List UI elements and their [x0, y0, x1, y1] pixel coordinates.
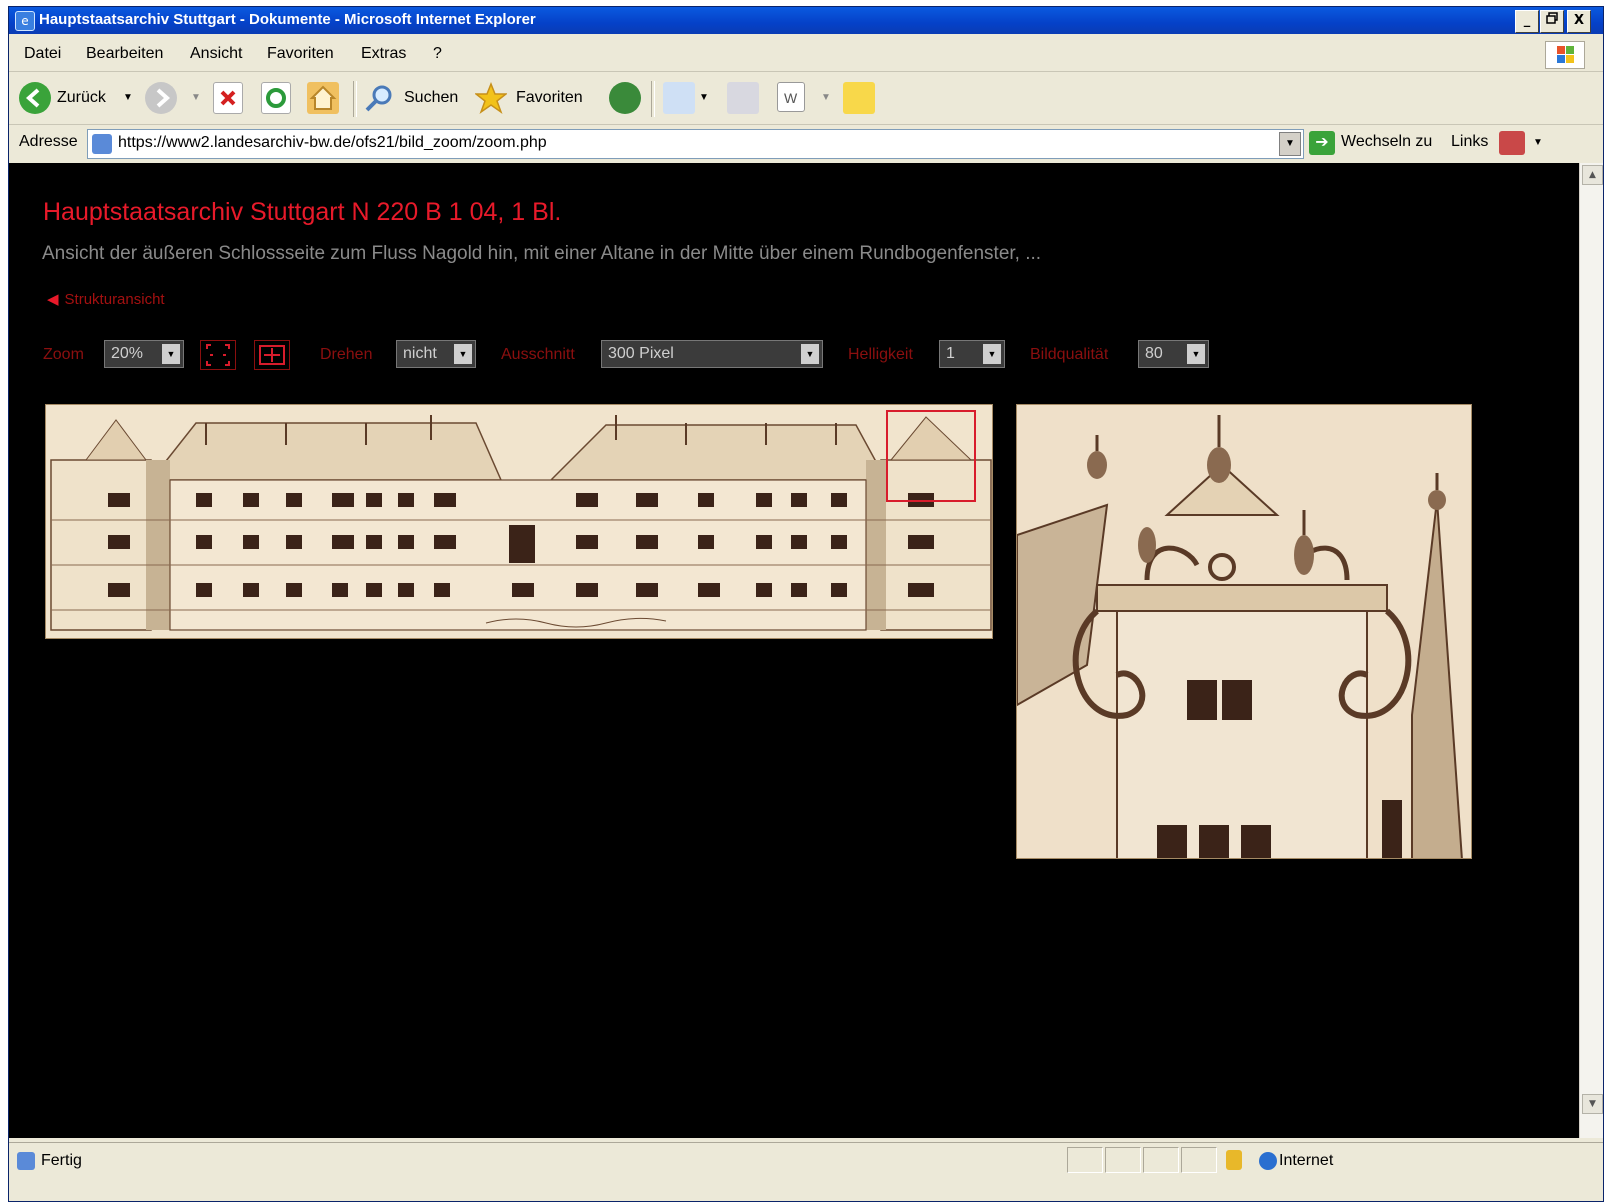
- window-title: Hauptstaatsarchiv Stuttgart - Dokumente …: [39, 11, 536, 28]
- globe-icon: [1259, 1152, 1277, 1170]
- home-icon[interactable]: [307, 82, 339, 114]
- print-icon[interactable]: [727, 82, 759, 114]
- back-dropdown[interactable]: ▼: [123, 92, 133, 103]
- close-button[interactable]: X: [1567, 10, 1591, 33]
- page-title: Hauptstaatsarchiv Stuttgart N 220 B 1 04…: [43, 198, 562, 226]
- chevron-down-icon: ▼: [983, 344, 1001, 364]
- links-dropdown[interactable]: ▼: [1533, 137, 1543, 148]
- scroll-down-button[interactable]: ▼: [1582, 1094, 1603, 1114]
- chevron-down-icon: ▼: [801, 344, 819, 364]
- stop-icon[interactable]: [213, 82, 243, 114]
- quality-label: Bildqualität: [1030, 346, 1109, 363]
- castle-facade-drawing: [46, 405, 992, 638]
- address-label: Adresse: [19, 133, 78, 150]
- status-text: Fertig: [41, 1152, 82, 1169]
- edit-dropdown[interactable]: ▼: [821, 92, 831, 103]
- quality-value: 80: [1145, 345, 1163, 362]
- status-panel: [1181, 1147, 1217, 1173]
- page-done-icon: [17, 1152, 35, 1170]
- menu-ansicht[interactable]: Ansicht: [190, 45, 242, 63]
- status-panel: [1105, 1147, 1141, 1173]
- status-panel: [1143, 1147, 1179, 1173]
- structure-view-label[interactable]: Strukturansicht: [65, 291, 165, 308]
- refresh-icon[interactable]: [261, 82, 291, 114]
- star-icon[interactable]: [473, 81, 509, 114]
- structure-view-link[interactable]: ◀ Strukturansicht: [47, 290, 165, 308]
- zoom-select[interactable]: 20% ▼: [104, 340, 184, 368]
- crop-label: Ausschnitt: [501, 346, 575, 363]
- back-triangle-icon: ◀: [47, 291, 59, 308]
- page-subtitle: Ansicht der äußeren Schlossseite zum Flu…: [42, 243, 1042, 264]
- lock-icon: [1226, 1150, 1242, 1170]
- menu-datei[interactable]: Datei: [24, 45, 61, 63]
- menu-extras[interactable]: Extras: [361, 45, 406, 63]
- security-zone: Internet: [1279, 1152, 1334, 1169]
- brightness-select[interactable]: 1 ▼: [939, 340, 1005, 368]
- fit-window-icon[interactable]: [200, 340, 236, 370]
- menu-bar: Datei Bearbeiten Ansicht Favoriten Extra…: [9, 36, 1603, 72]
- toolbar: Zurück ▼ ▼ Suchen Favoriten ▼ W ▼: [9, 73, 1603, 125]
- scroll-up-button[interactable]: ▲: [1582, 165, 1603, 185]
- back-button-label[interactable]: Zurück: [57, 89, 106, 107]
- ie-icon: e: [15, 11, 35, 31]
- back-arrow-icon[interactable]: [19, 82, 51, 114]
- zoom-label: Zoom: [43, 346, 84, 363]
- mail-icon[interactable]: [663, 82, 695, 114]
- favorites-button-label[interactable]: Favoriten: [516, 89, 583, 107]
- links-icon[interactable]: [1499, 131, 1525, 155]
- vertical-scrollbar[interactable]: ▲ ▼: [1579, 163, 1603, 1138]
- brightness-value: 1: [946, 345, 955, 362]
- overview-image[interactable]: [45, 404, 993, 639]
- search-button-label[interactable]: Suchen: [404, 89, 458, 107]
- mail-dropdown[interactable]: ▼: [699, 92, 709, 103]
- menu-bearbeiten[interactable]: Bearbeiten: [86, 45, 163, 63]
- toolbar-separator: [651, 81, 655, 117]
- maximize-button[interactable]: [1540, 10, 1564, 33]
- address-bar: Adresse https://www2.landesarchiv-bw.de/…: [9, 126, 1603, 162]
- go-arrow-icon[interactable]: ➔: [1309, 131, 1335, 155]
- address-input[interactable]: https://www2.landesarchiv-bw.de/ofs21/bi…: [87, 129, 1304, 159]
- chevron-down-icon: ▼: [1187, 344, 1205, 364]
- windows-logo-icon: [1545, 41, 1585, 69]
- tower-gable-drawing: [1017, 405, 1471, 858]
- menu-help[interactable]: ?: [433, 45, 442, 63]
- rotate-value: nicht: [403, 345, 437, 362]
- menu-favoriten[interactable]: Favoriten: [267, 45, 334, 63]
- search-icon[interactable]: [363, 82, 395, 114]
- rotate-select[interactable]: nicht ▼: [396, 340, 476, 368]
- chevron-down-icon: ▼: [162, 344, 180, 364]
- go-button[interactable]: Wechseln zu: [1341, 133, 1432, 151]
- crop-select[interactable]: 300 Pixel ▼: [601, 340, 823, 368]
- move-icon[interactable]: [254, 340, 290, 370]
- zoom-selection-frame[interactable]: [886, 410, 976, 502]
- quality-select[interactable]: 80 ▼: [1138, 340, 1209, 368]
- note-icon[interactable]: [843, 82, 875, 114]
- restore-icon: [1546, 12, 1558, 24]
- page-icon: [92, 134, 112, 154]
- forward-dropdown[interactable]: ▼: [191, 92, 201, 103]
- detail-image[interactable]: [1016, 404, 1472, 859]
- title-bar: e Hauptstaatsarchiv Stuttgart - Dokument…: [9, 7, 1603, 34]
- brightness-label: Helligkeit: [848, 346, 913, 363]
- zoom-value: 20%: [111, 345, 144, 362]
- history-icon[interactable]: [609, 82, 641, 114]
- forward-arrow-icon[interactable]: [145, 82, 177, 114]
- address-dropdown[interactable]: ▼: [1279, 132, 1301, 156]
- status-bar: Fertig Internet: [9, 1142, 1603, 1176]
- minimize-button[interactable]: _: [1515, 10, 1539, 33]
- rotate-label: Drehen: [320, 346, 373, 363]
- word-icon[interactable]: W: [777, 82, 805, 112]
- links-button[interactable]: Links: [1451, 133, 1488, 151]
- address-url[interactable]: https://www2.landesarchiv-bw.de/ofs21/bi…: [118, 134, 547, 152]
- crop-value: 300 Pixel: [608, 345, 674, 362]
- status-panel: [1067, 1147, 1103, 1173]
- chevron-down-icon: ▼: [454, 344, 472, 364]
- svg-text:W: W: [784, 90, 798, 106]
- toolbar-separator: [353, 81, 357, 117]
